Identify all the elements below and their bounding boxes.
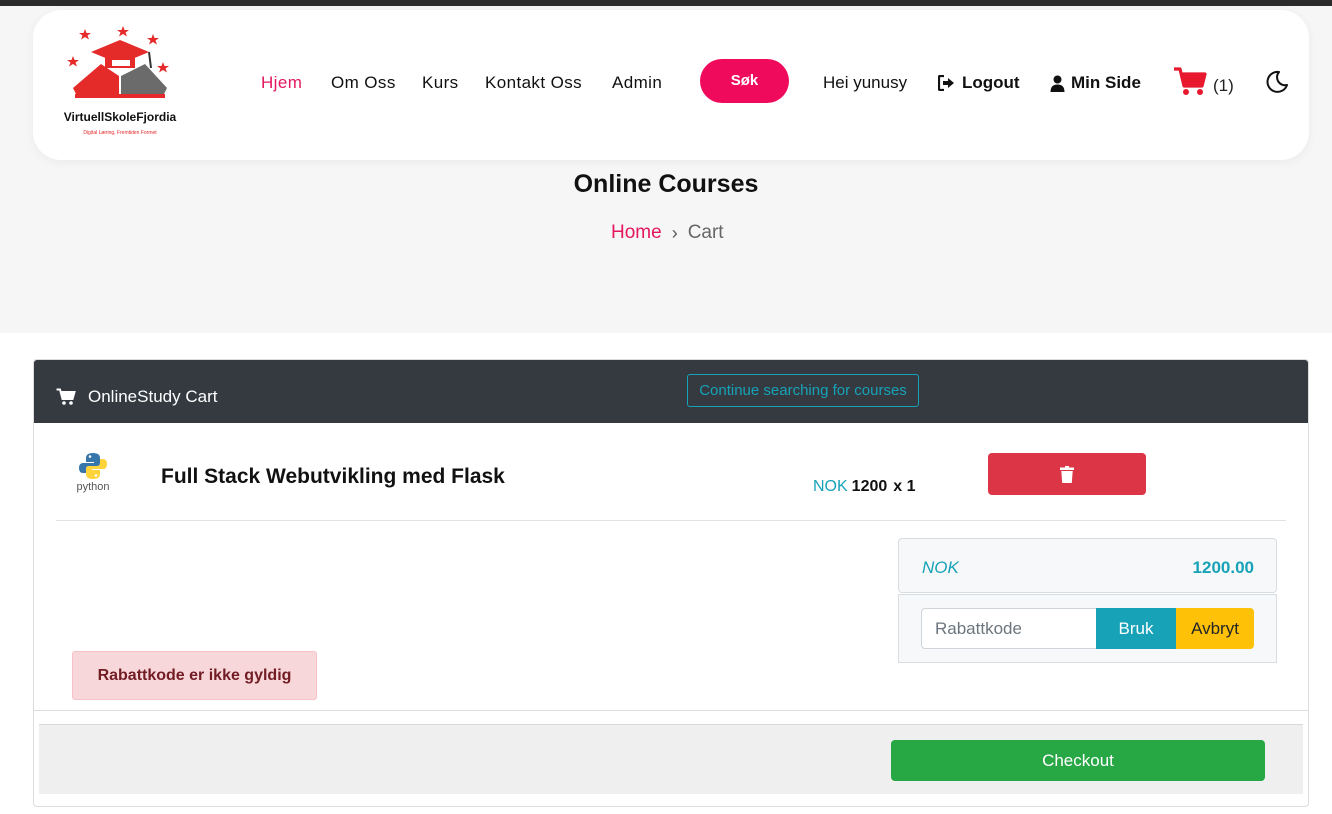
python-logo-icon [79, 453, 107, 479]
cart-count: (1) [1213, 76, 1234, 95]
chevron-right-icon: › [671, 222, 678, 243]
brand-name: VirtuellSkoleFjordia [63, 110, 177, 124]
checkout-button[interactable]: Checkout [891, 740, 1265, 781]
course-thumbnail: python [72, 451, 114, 497]
delete-item-button[interactable] [988, 453, 1146, 495]
nav-link-courses[interactable]: Kurs [422, 73, 459, 93]
continue-searching-button[interactable]: Continue searching for courses [687, 374, 919, 407]
my-page-link[interactable]: Min Side [1050, 73, 1141, 93]
cart-total: NOK 1200.00 [898, 538, 1277, 593]
brand-tagline: Digital Læring, Fremtiden Formet [83, 130, 157, 136]
total-currency: NOK [922, 558, 959, 577]
breadcrumb: Home › Cart [611, 222, 724, 244]
search-button[interactable]: Søk [700, 59, 789, 103]
cart-card: OnlineStudy Cart Continue searching for … [33, 359, 1309, 807]
logout-label: Logout [962, 73, 1020, 92]
page-title: Online Courses [573, 170, 759, 198]
cart-header-label: OnlineStudy Cart [88, 387, 218, 406]
apply-coupon-button[interactable]: Bruk [1096, 608, 1176, 649]
python-logo-text: python [76, 481, 110, 493]
cart-link[interactable]: (1) [1173, 66, 1234, 96]
cancel-coupon-button[interactable]: Avbryt [1176, 608, 1254, 649]
user-icon [1050, 75, 1065, 92]
breadcrumb-current: Cart [687, 222, 724, 243]
cart-footer: Checkout [34, 710, 1308, 806]
trash-icon [1060, 465, 1074, 483]
coupon-input[interactable] [921, 608, 1097, 649]
coupon-form: Bruk Avbryt [898, 594, 1277, 663]
item-price: NOK 1200 x 1 [813, 478, 916, 496]
navbar: VirtuellSkoleFjordia Digital Læring, Fre… [33, 10, 1309, 160]
user-greeting: Hei yunusy [823, 73, 908, 92]
item-divider [56, 520, 1286, 521]
site-logo[interactable]: VirtuellSkoleFjordia Digital Læring, Fre… [55, 26, 185, 144]
shopping-cart-icon [1174, 67, 1207, 95]
item-amount: 1200 [851, 478, 888, 495]
shopping-cart-icon [56, 388, 76, 405]
nav-link-about[interactable]: Om Oss [331, 73, 396, 93]
my-page-label: Min Side [1071, 73, 1141, 92]
cart-footer-bar: Checkout [39, 724, 1303, 794]
cart-header: OnlineStudy Cart Continue searching for … [34, 360, 1308, 423]
item-currency: NOK [813, 478, 848, 495]
item-quantity: x 1 [893, 478, 916, 495]
course-title: Full Stack Webutvikling med Flask [161, 465, 505, 488]
nav-link-contact[interactable]: Kontakt Oss [485, 73, 582, 93]
graduation-cap-logo-icon [67, 26, 169, 98]
coupon-error-alert: Rabattkode er ikke gyldig [72, 651, 317, 700]
breadcrumb-home[interactable]: Home [611, 222, 662, 244]
logout-link[interactable]: Logout [938, 73, 1020, 93]
theme-toggle[interactable] [1265, 70, 1289, 99]
nav-link-home[interactable]: Hjem [261, 73, 302, 93]
sign-out-icon [938, 75, 954, 91]
cart-header-title: OnlineStudy Cart [56, 387, 217, 407]
nav-link-admin[interactable]: Admin [612, 73, 662, 93]
moon-icon [1266, 70, 1288, 93]
total-amount: 1200.00 [1192, 558, 1254, 577]
